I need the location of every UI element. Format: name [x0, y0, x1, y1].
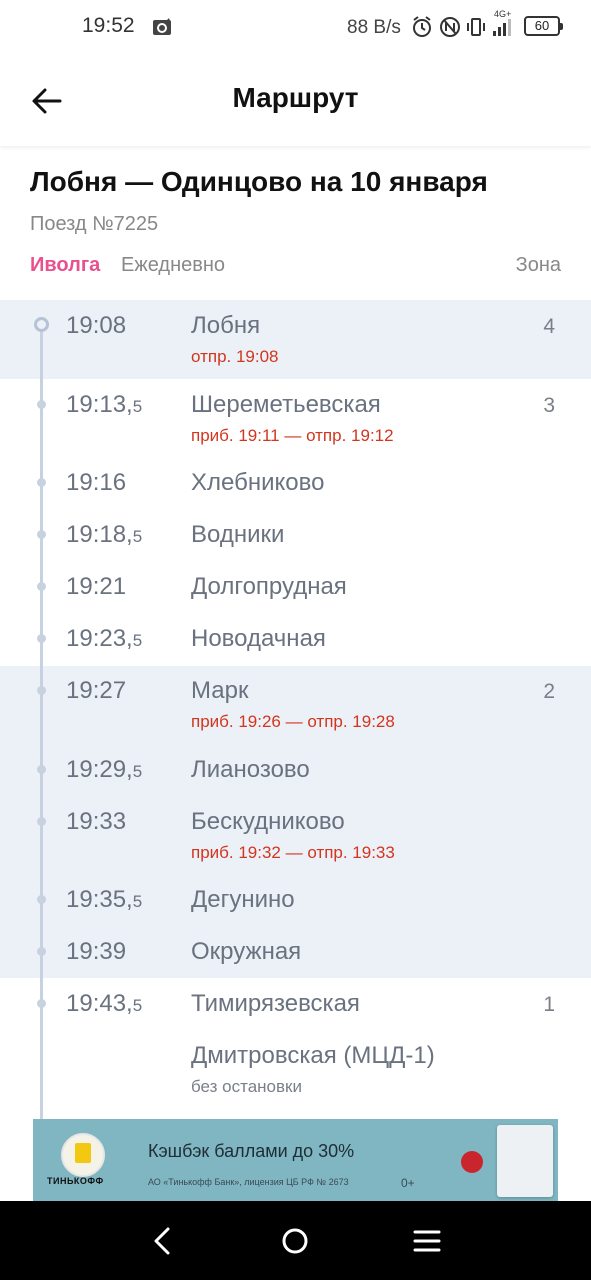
ad-banner[interactable]: ТИНЬКОФФ Кэшбэк баллами до 30% АО «Тиньк… [33, 1119, 558, 1201]
stop-dot-icon [37, 582, 46, 591]
stop-name: Дмитровская (МЦД-1) [191, 1042, 435, 1069]
nfc-icon [440, 17, 460, 37]
stop-time: 19:43,5 [66, 990, 143, 1017]
nav-back-icon[interactable] [146, 1223, 182, 1259]
stop-zone: 4 [543, 315, 555, 338]
stop-time: 19:16 [66, 469, 127, 496]
stop-time: 19:13,5 [66, 391, 143, 418]
stop-name: Марк [191, 677, 249, 704]
battery-icon: 60 [524, 16, 563, 36]
bank-card-image [497, 1125, 553, 1197]
stop-name: Тимирязевская [191, 990, 360, 1017]
stop-time: 19:39 [66, 938, 127, 965]
start-station-icon [34, 317, 49, 332]
signal-icon [493, 19, 511, 36]
alarm-icon [413, 16, 431, 37]
nav-home-icon[interactable] [277, 1223, 313, 1259]
stop-dot-icon [37, 478, 46, 487]
train-brand: Иволга [30, 254, 101, 276]
ad-fine-print: АО «Тинькофф Банк», лицензия ЦБ РФ № 267… [148, 1177, 349, 1187]
network-speed: 88 B/s [347, 17, 401, 38]
status-time: 19:52 [82, 14, 135, 37]
stop-arrival-departure: приб. 19:32 — отпр. 19:33 [191, 843, 395, 862]
stop-dot-icon [37, 400, 46, 409]
stop-dot-icon [37, 947, 46, 956]
stop-name: Окружная [191, 938, 302, 965]
page-title: Маршрут [232, 82, 359, 113]
stop-time: 19:27 [66, 677, 127, 704]
stop-dot-icon [37, 895, 46, 904]
vibrate-icon [467, 18, 485, 36]
ad-age-rating: 0+ [401, 1176, 415, 1190]
stop-time: 19:35,5 [66, 886, 143, 913]
app-notification-icon [153, 18, 171, 35]
stop-dot-icon [37, 817, 46, 826]
stop-dot-icon [37, 530, 46, 539]
stop-no-stop-note: без остановки [191, 1077, 302, 1096]
stop-name: Долгопрудная [191, 573, 347, 600]
network-type: 4G+ [494, 9, 512, 19]
route-title: Лобня — Одинцово на 10 января [30, 166, 488, 197]
christmas-ball-icon [461, 1151, 483, 1173]
nav-menu-icon[interactable] [409, 1223, 445, 1259]
stop-dot-icon [37, 686, 46, 695]
stop-name: Новодачная [191, 625, 326, 652]
stop-name: Водники [191, 521, 285, 548]
stop-arrival-departure: приб. 19:26 — отпр. 19:28 [191, 712, 395, 731]
stop-time: 19:33 [66, 808, 127, 835]
stop-name: Лобня [191, 312, 261, 339]
status-bar: 19:52 88 B/s 4G+ 60 [0, 0, 591, 56]
stop-arrival-departure: приб. 19:11 — отпр. 19:12 [191, 426, 394, 445]
stop-dot-icon [37, 634, 46, 643]
stop-departure: отпр. 19:08 [191, 347, 279, 366]
system-nav-bar [0, 1201, 591, 1280]
stop-name: Шереметьевская [191, 391, 381, 418]
stop-time: 19:23,5 [66, 625, 143, 652]
tinkoff-logo-icon [61, 1133, 105, 1177]
ad-logo-text: ТИНЬКОФФ [47, 1176, 104, 1186]
stop-name: Дегунино [191, 886, 295, 913]
stop-dot-icon [37, 999, 46, 1008]
stop-time: 19:29,5 [66, 756, 143, 783]
stop-name: Бескудниково [191, 808, 345, 835]
train-number: Поезд №7225 [30, 213, 159, 235]
stop-name: Хлебниково [191, 469, 325, 496]
ad-title: Кэшбэк баллами до 30% [148, 1141, 355, 1161]
zone-header: Зона [515, 254, 561, 276]
stop-name: Лианозово [191, 756, 310, 783]
stop-zone: 2 [543, 680, 555, 703]
stop-time: 19:08 [66, 312, 127, 339]
stop-time: 19:21 [66, 573, 127, 600]
stop-dot-icon [37, 765, 46, 774]
stop-zone: 3 [543, 394, 555, 417]
app-bar: Маршрут [0, 56, 591, 146]
stop-zone: 1 [543, 993, 555, 1016]
stop-time: 19:18,5 [66, 521, 143, 548]
schedule-days: Ежедневно [121, 254, 226, 276]
